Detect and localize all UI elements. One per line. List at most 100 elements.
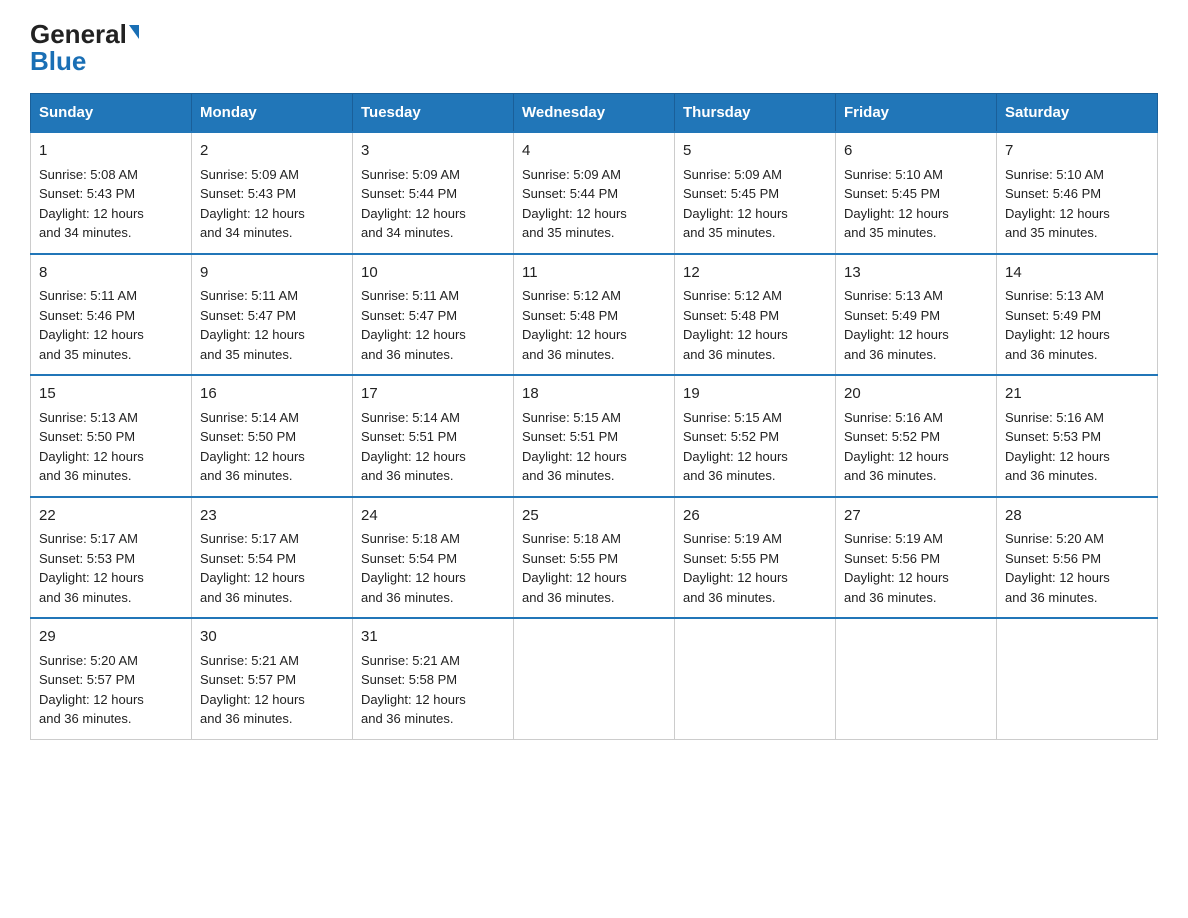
day-daylight: Daylight: 12 hours: [200, 327, 305, 342]
day-sunset: Sunset: 5:53 PM: [39, 551, 135, 566]
day-sunset: Sunset: 5:46 PM: [1005, 186, 1101, 201]
day-daylight-cont: and 35 minutes.: [39, 347, 132, 362]
day-daylight-cont: and 36 minutes.: [522, 468, 615, 483]
calendar-day-cell: 10 Sunrise: 5:11 AM Sunset: 5:47 PM Dayl…: [353, 254, 514, 376]
empty-day-cell: [675, 618, 836, 739]
day-daylight-cont: and 36 minutes.: [844, 468, 937, 483]
col-header-monday: Monday: [192, 94, 353, 133]
day-number: 18: [522, 383, 666, 406]
day-daylight-cont: and 36 minutes.: [361, 590, 454, 605]
day-number: 28: [1005, 505, 1149, 528]
day-number: 17: [361, 383, 505, 406]
calendar-day-cell: 6 Sunrise: 5:10 AM Sunset: 5:45 PM Dayli…: [836, 132, 997, 254]
day-number: 30: [200, 626, 344, 649]
day-sunrise: Sunrise: 5:09 AM: [683, 167, 782, 182]
calendar-week-row: 29 Sunrise: 5:20 AM Sunset: 5:57 PM Dayl…: [31, 618, 1158, 739]
calendar-day-cell: 17 Sunrise: 5:14 AM Sunset: 5:51 PM Dayl…: [353, 375, 514, 497]
calendar-day-cell: 3 Sunrise: 5:09 AM Sunset: 5:44 PM Dayli…: [353, 132, 514, 254]
day-sunset: Sunset: 5:49 PM: [1005, 308, 1101, 323]
day-number: 25: [522, 505, 666, 528]
calendar-day-cell: 21 Sunrise: 5:16 AM Sunset: 5:53 PM Dayl…: [997, 375, 1158, 497]
day-sunrise: Sunrise: 5:12 AM: [683, 288, 782, 303]
day-daylight: Daylight: 12 hours: [522, 327, 627, 342]
day-daylight: Daylight: 12 hours: [361, 327, 466, 342]
day-sunset: Sunset: 5:44 PM: [361, 186, 457, 201]
empty-day-cell: [836, 618, 997, 739]
day-daylight-cont: and 36 minutes.: [200, 468, 293, 483]
day-daylight-cont: and 36 minutes.: [39, 711, 132, 726]
day-daylight: Daylight: 12 hours: [361, 570, 466, 585]
day-sunrise: Sunrise: 5:10 AM: [1005, 167, 1104, 182]
day-sunrise: Sunrise: 5:19 AM: [683, 531, 782, 546]
day-daylight: Daylight: 12 hours: [844, 570, 949, 585]
logo-bottom: Blue: [30, 47, 86, 76]
day-daylight-cont: and 34 minutes.: [39, 225, 132, 240]
day-sunset: Sunset: 5:45 PM: [683, 186, 779, 201]
col-header-saturday: Saturday: [997, 94, 1158, 133]
calendar-day-cell: 25 Sunrise: 5:18 AM Sunset: 5:55 PM Dayl…: [514, 497, 675, 619]
day-sunrise: Sunrise: 5:18 AM: [361, 531, 460, 546]
day-daylight: Daylight: 12 hours: [200, 206, 305, 221]
day-daylight: Daylight: 12 hours: [200, 449, 305, 464]
calendar-table: SundayMondayTuesdayWednesdayThursdayFrid…: [30, 93, 1158, 740]
day-number: 21: [1005, 383, 1149, 406]
day-sunrise: Sunrise: 5:17 AM: [39, 531, 138, 546]
day-sunrise: Sunrise: 5:20 AM: [39, 653, 138, 668]
day-daylight: Daylight: 12 hours: [1005, 570, 1110, 585]
day-sunset: Sunset: 5:56 PM: [844, 551, 940, 566]
day-daylight-cont: and 34 minutes.: [200, 225, 293, 240]
calendar-day-cell: 23 Sunrise: 5:17 AM Sunset: 5:54 PM Dayl…: [192, 497, 353, 619]
day-daylight: Daylight: 12 hours: [844, 206, 949, 221]
day-daylight-cont: and 36 minutes.: [683, 590, 776, 605]
day-daylight-cont: and 35 minutes.: [683, 225, 776, 240]
day-number: 22: [39, 505, 183, 528]
empty-day-cell: [997, 618, 1158, 739]
day-sunset: Sunset: 5:48 PM: [683, 308, 779, 323]
day-sunset: Sunset: 5:51 PM: [522, 429, 618, 444]
day-number: 23: [200, 505, 344, 528]
calendar-day-cell: 29 Sunrise: 5:20 AM Sunset: 5:57 PM Dayl…: [31, 618, 192, 739]
day-sunset: Sunset: 5:54 PM: [200, 551, 296, 566]
day-sunrise: Sunrise: 5:11 AM: [200, 288, 298, 303]
day-sunset: Sunset: 5:46 PM: [39, 308, 135, 323]
day-daylight-cont: and 36 minutes.: [844, 347, 937, 362]
calendar-week-row: 8 Sunrise: 5:11 AM Sunset: 5:46 PM Dayli…: [31, 254, 1158, 376]
calendar-day-cell: 19 Sunrise: 5:15 AM Sunset: 5:52 PM Dayl…: [675, 375, 836, 497]
day-sunrise: Sunrise: 5:21 AM: [361, 653, 460, 668]
calendar-week-row: 1 Sunrise: 5:08 AM Sunset: 5:43 PM Dayli…: [31, 132, 1158, 254]
day-sunset: Sunset: 5:55 PM: [683, 551, 779, 566]
day-sunrise: Sunrise: 5:16 AM: [844, 410, 943, 425]
day-number: 4: [522, 140, 666, 163]
day-sunrise: Sunrise: 5:13 AM: [844, 288, 943, 303]
day-sunset: Sunset: 5:43 PM: [200, 186, 296, 201]
calendar-day-cell: 15 Sunrise: 5:13 AM Sunset: 5:50 PM Dayl…: [31, 375, 192, 497]
calendar-day-cell: 14 Sunrise: 5:13 AM Sunset: 5:49 PM Dayl…: [997, 254, 1158, 376]
day-number: 24: [361, 505, 505, 528]
day-number: 6: [844, 140, 988, 163]
day-number: 20: [844, 383, 988, 406]
day-sunset: Sunset: 5:47 PM: [200, 308, 296, 323]
day-daylight: Daylight: 12 hours: [1005, 449, 1110, 464]
day-sunrise: Sunrise: 5:21 AM: [200, 653, 299, 668]
day-daylight: Daylight: 12 hours: [39, 449, 144, 464]
day-sunset: Sunset: 5:53 PM: [1005, 429, 1101, 444]
calendar-day-cell: 2 Sunrise: 5:09 AM Sunset: 5:43 PM Dayli…: [192, 132, 353, 254]
calendar-day-cell: 11 Sunrise: 5:12 AM Sunset: 5:48 PM Dayl…: [514, 254, 675, 376]
day-number: 14: [1005, 262, 1149, 285]
day-sunrise: Sunrise: 5:11 AM: [39, 288, 137, 303]
day-daylight-cont: and 35 minutes.: [522, 225, 615, 240]
day-daylight: Daylight: 12 hours: [522, 206, 627, 221]
day-number: 1: [39, 140, 183, 163]
day-daylight: Daylight: 12 hours: [683, 449, 788, 464]
day-daylight: Daylight: 12 hours: [1005, 206, 1110, 221]
col-header-tuesday: Tuesday: [353, 94, 514, 133]
day-number: 8: [39, 262, 183, 285]
calendar-day-cell: 24 Sunrise: 5:18 AM Sunset: 5:54 PM Dayl…: [353, 497, 514, 619]
day-sunset: Sunset: 5:54 PM: [361, 551, 457, 566]
day-sunset: Sunset: 5:52 PM: [844, 429, 940, 444]
day-number: 9: [200, 262, 344, 285]
day-daylight-cont: and 35 minutes.: [844, 225, 937, 240]
empty-day-cell: [514, 618, 675, 739]
day-daylight: Daylight: 12 hours: [522, 570, 627, 585]
col-header-thursday: Thursday: [675, 94, 836, 133]
